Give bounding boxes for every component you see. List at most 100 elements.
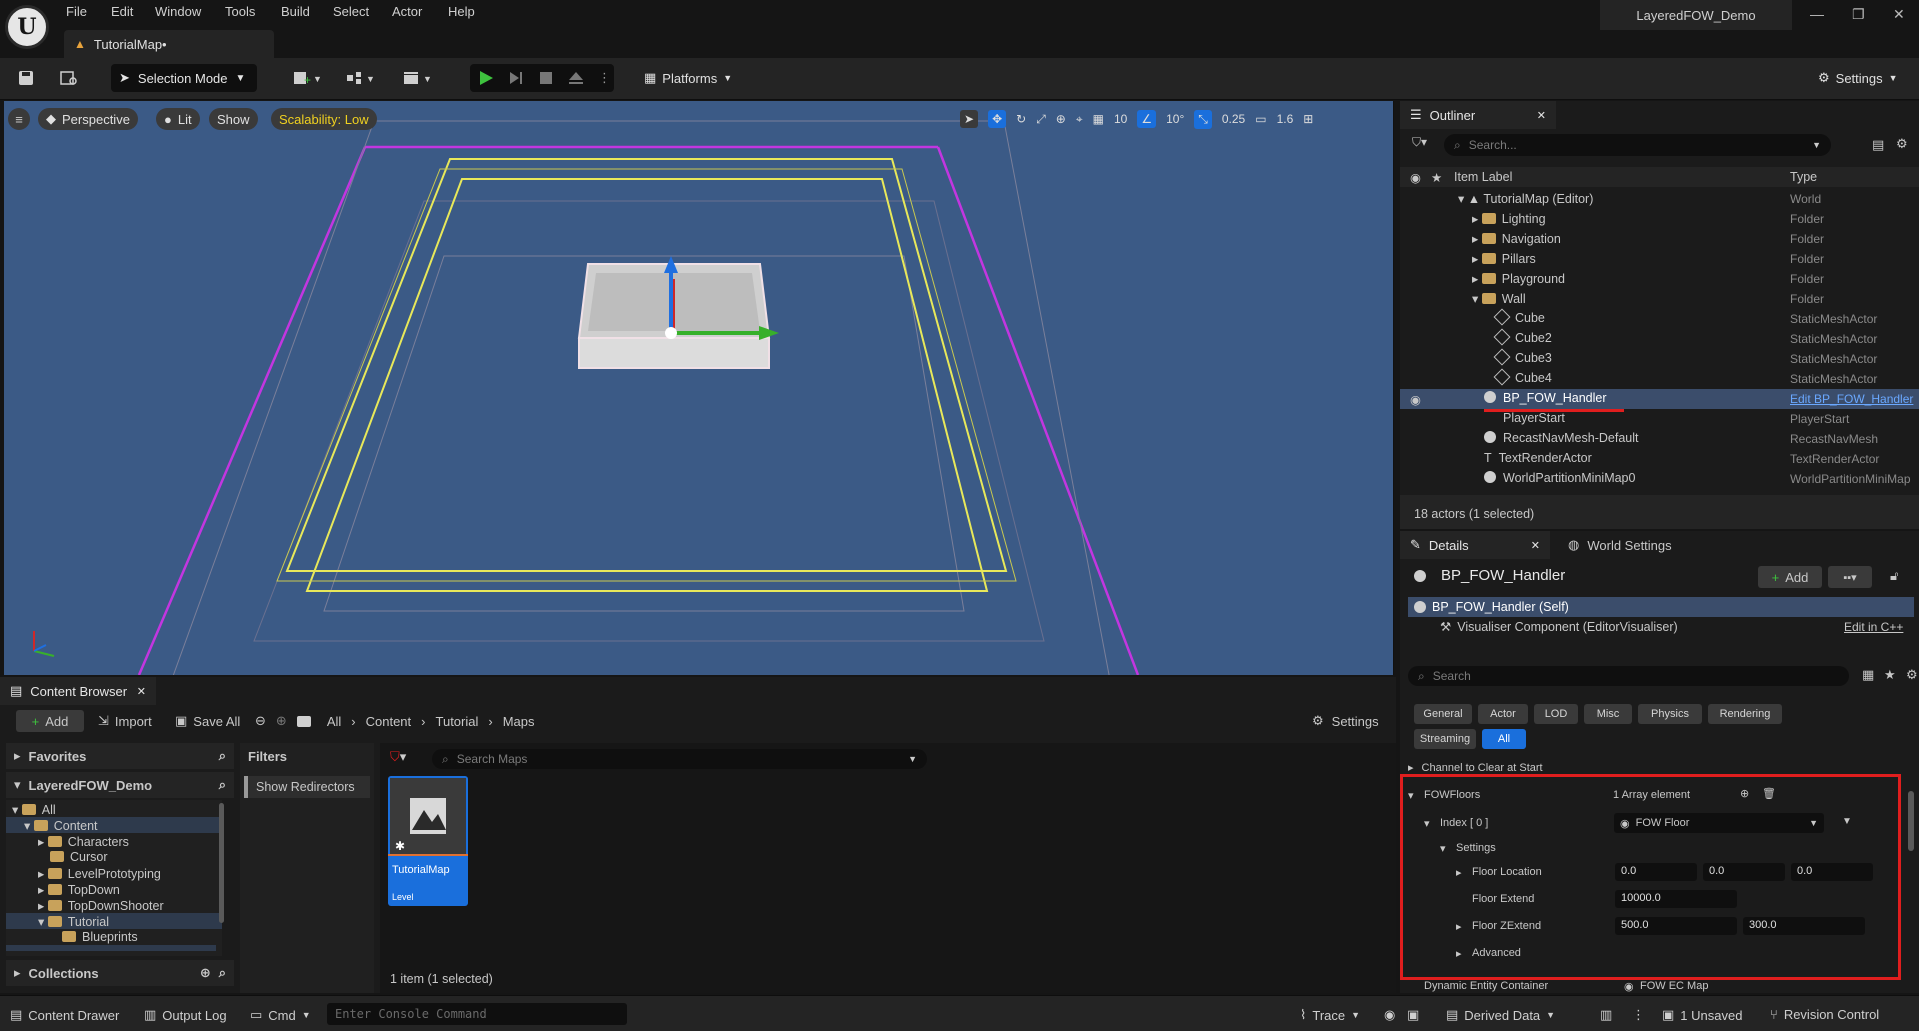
cat-streaming[interactable]: Streaming	[1414, 729, 1476, 749]
restore-icon[interactable]: ❐	[1852, 6, 1865, 23]
add-folder-icon[interactable]: ▤	[1872, 137, 1884, 153]
menu-window[interactable]: Window	[155, 4, 201, 19]
cat-lod[interactable]: LOD	[1534, 704, 1578, 724]
camera-speed-icon[interactable]: ▭	[1255, 112, 1266, 126]
select-tool-icon[interactable]: ➤	[960, 110, 979, 128]
maximize-viewport-icon[interactable]: ⊞	[1303, 112, 1313, 126]
collections-header[interactable]: ▸ Collections ⊕ ⌕	[6, 960, 234, 986]
cat-physics[interactable]: Physics	[1638, 704, 1702, 724]
blueprints-button[interactable]: ▼	[340, 64, 380, 92]
selection-mode-dropdown[interactable]: ➤ Selection Mode ▼	[111, 64, 257, 92]
edit-blueprint-link[interactable]: Edit BP_FOW_Handler	[1790, 392, 1918, 406]
tree-row-cube[interactable]: Cube StaticMeshActor	[1400, 308, 1919, 329]
col-item-label[interactable]: Item Label	[1454, 170, 1512, 184]
perspective-button[interactable]: ◆ Perspective	[38, 108, 138, 130]
outliner-settings-icon[interactable]: ⚙	[1896, 136, 1908, 152]
screenshot-icon[interactable]: ▣	[1407, 1007, 1419, 1023]
favorites-header[interactable]: ▸ Favorites ⌕	[6, 743, 234, 769]
dynamic-entity-row[interactable]: Dynamic Entity Container ◉ FOW EC Map	[1400, 979, 1907, 993]
project-header[interactable]: ▾ LayeredFOW_Demo ⌕	[6, 772, 234, 798]
cmd-dropdown[interactable]: ▭ Cmd ▼	[250, 1007, 311, 1023]
search-icon[interactable]: ⌕	[219, 965, 226, 981]
camera-speed-value[interactable]: 1.6	[1277, 112, 1294, 126]
cinematics-button[interactable]: ▼	[397, 64, 437, 92]
tree-row-minimap[interactable]: WorldPartitionMiniMap0 WorldPartitionMini…	[1400, 469, 1919, 489]
more-options-icon[interactable]: ⋮	[1632, 1007, 1645, 1023]
tree-row-lighting[interactable]: ▸ Lighting Folder	[1400, 209, 1919, 229]
tree-scrollbar[interactable]	[219, 803, 224, 923]
details-settings-icon[interactable]: ⚙	[1906, 667, 1918, 683]
outliner-search-input[interactable]: ⌕ Search... ▼	[1444, 134, 1831, 156]
close-window-icon[interactable]: ✕	[1893, 6, 1905, 23]
cat-actor[interactable]: Actor	[1478, 704, 1528, 724]
translate-tool-icon[interactable]: ✥	[988, 110, 1007, 128]
filter-dropdown-icon[interactable]: ⛉▾	[390, 749, 406, 765]
close-tab-icon[interactable]: ✕	[137, 685, 146, 698]
rotation-snap-icon[interactable]: ∠	[1137, 110, 1157, 128]
menu-file[interactable]: File	[66, 4, 87, 19]
minimize-icon[interactable]: —	[1810, 6, 1824, 22]
visualiser-component-row[interactable]: ⚒ Visualiser Component (EditorVisualiser…	[1440, 619, 1678, 635]
details-search-input[interactable]: ⌕ Search	[1408, 666, 1849, 686]
tree-cursor[interactable]: Cursor	[50, 850, 108, 864]
add-collection-icon[interactable]: ⊕	[200, 965, 211, 981]
derived-data-dropdown[interactable]: ▤ Derived Data ▼	[1446, 1007, 1555, 1023]
tree-row-playground[interactable]: ▸ Playground Folder	[1400, 269, 1919, 289]
tree-row-cube3[interactable]: Cube3 StaticMeshActor	[1400, 348, 1919, 369]
asset-search-input[interactable]: ⌕ Search Maps ▼	[432, 749, 927, 769]
save-icon[interactable]	[14, 64, 38, 92]
breadcrumb-all[interactable]: All	[327, 714, 341, 729]
output-log-button[interactable]: ▥ Output Log	[144, 1007, 227, 1023]
add-component-button[interactable]: + Add	[1758, 566, 1822, 588]
self-component-row[interactable]: BP_FOW_Handler (Self)	[1408, 597, 1914, 617]
menu-select[interactable]: Select	[333, 4, 369, 19]
details-scrollbar[interactable]	[1908, 791, 1914, 851]
world-settings-tab[interactable]: ◍ World Settings	[1568, 537, 1672, 553]
outliner-filter-icon[interactable]: ⛉▾	[1412, 135, 1427, 150]
play-icon[interactable]	[478, 70, 494, 86]
search-icon[interactable]: ⌕	[219, 748, 226, 764]
blueprint-options-button[interactable]: ▪▪▾	[1828, 566, 1872, 588]
col-type[interactable]: Type	[1790, 170, 1817, 184]
revision-control-dropdown[interactable]: ⑂ Revision Control	[1770, 1007, 1879, 1022]
menu-edit[interactable]: Edit	[111, 4, 133, 19]
show-button[interactable]: Show	[209, 108, 258, 130]
browse-icon[interactable]	[56, 64, 82, 92]
tree-levelprototyping[interactable]: ▸ LevelPrototyping	[38, 866, 161, 881]
eject-icon[interactable]	[568, 70, 584, 86]
cb-settings-button[interactable]: ⚙ Settings	[1312, 713, 1379, 729]
import-button[interactable]: ⇲ Import	[98, 713, 152, 729]
tree-content[interactable]: ▾ Content	[24, 818, 98, 833]
menu-help[interactable]: Help	[448, 4, 475, 19]
tree-row-bp-fow-handler[interactable]: ◉ BP_FOW_Handler Edit BP_FOW_Handler	[1400, 389, 1919, 412]
record-icon[interactable]: ◉	[1384, 1007, 1395, 1023]
unreal-logo-icon[interactable]: U	[5, 5, 49, 49]
cat-rendering[interactable]: Rendering	[1708, 704, 1782, 724]
grid-snap-icon[interactable]: ▦	[1093, 112, 1104, 126]
channel-clear-row[interactable]: ▸ Channel to Clear at Start	[1408, 761, 1543, 775]
breadcrumb-content[interactable]: Content	[366, 714, 412, 729]
viewport-menu-icon[interactable]: ≡	[8, 108, 30, 130]
stop-icon[interactable]	[538, 70, 554, 86]
outliner-tab[interactable]: ☰ Outliner ✕	[1400, 101, 1556, 129]
bar-chart-icon[interactable]: ▥	[1600, 1007, 1612, 1023]
world-space-icon[interactable]: ⊕	[1056, 112, 1066, 126]
visibility-icon[interactable]: ◉	[1410, 392, 1421, 407]
lit-button[interactable]: ● Lit	[156, 108, 200, 130]
asset-tile-tutorialmap[interactable]: ✱ TutorialMap Level	[388, 776, 468, 906]
scale-snap-icon[interactable]: ⤡	[1194, 109, 1212, 129]
breadcrumb-maps[interactable]: Maps	[503, 714, 535, 729]
search-icon[interactable]: ⌕	[219, 777, 226, 793]
tree-all[interactable]: ▾ All	[12, 802, 56, 817]
level-viewport[interactable]	[4, 101, 1394, 675]
lock-icon[interactable]: 🔓︎	[1890, 568, 1898, 584]
forward-icon[interactable]: ⊕	[276, 713, 287, 729]
trace-dropdown[interactable]: ⌇ Trace ▼	[1300, 1007, 1360, 1023]
tree-topdown[interactable]: ▸ TopDown	[38, 882, 120, 897]
menu-build[interactable]: Build	[281, 4, 310, 19]
scalability-button[interactable]: Scalability: Low	[271, 108, 377, 130]
breadcrumb-tutorial[interactable]: Tutorial	[436, 714, 479, 729]
menu-actor[interactable]: Actor	[392, 4, 422, 19]
scale-tool-icon[interactable]: ⤢	[1036, 112, 1046, 127]
grid-size-value[interactable]: 10	[1114, 112, 1127, 126]
